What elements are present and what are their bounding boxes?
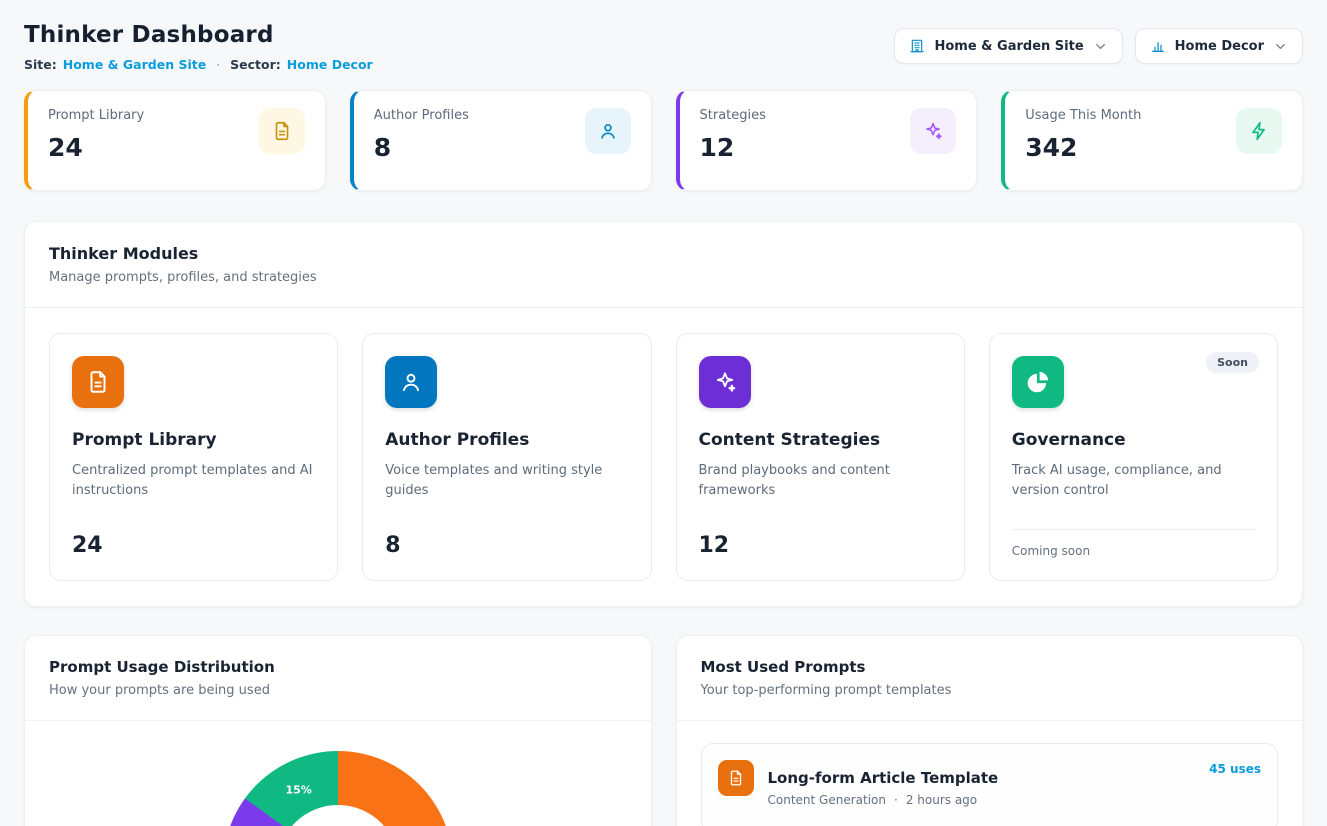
stat-card-strategies: Strategies 12 (676, 90, 978, 191)
stats-row: Prompt Library 24 Author Profiles 8 Stra… (24, 90, 1303, 191)
module-title: Content Strategies (699, 430, 942, 450)
module-card-prompt-library[interactable]: Prompt Library Centralized prompt templa… (49, 333, 338, 581)
module-count: 8 (385, 515, 628, 558)
modules-grid: Prompt Library Centralized prompt templa… (25, 308, 1302, 606)
page-title: Thinker Dashboard (24, 22, 373, 48)
prompt-meta: Content Generation · 2 hours ago (768, 793, 1196, 807)
section-header: Thinker Modules Manage prompts, profiles… (25, 222, 1302, 308)
section-title: Thinker Modules (49, 244, 1278, 263)
chevron-down-icon (1093, 39, 1108, 54)
stat-value: 24 (48, 133, 144, 162)
dashboard-page: Thinker Dashboard Site: Home & Garden Si… (0, 0, 1327, 826)
sector-dropdown[interactable]: Home Decor (1135, 28, 1303, 64)
uses-badge: 45 uses (1209, 762, 1261, 776)
usage-donut-chart: 15% (25, 721, 651, 826)
list-item[interactable]: Long-form Article Template Content Gener… (701, 743, 1279, 826)
stat-text: Strategies 12 (700, 108, 766, 173)
document-icon (718, 760, 754, 796)
stat-value: 8 (374, 133, 469, 162)
usage-donut: 15% (223, 751, 453, 826)
card-title: Most Used Prompts (701, 658, 1279, 676)
header: Thinker Dashboard Site: Home & Garden Si… (24, 22, 1303, 72)
card-title: Prompt Usage Distribution (49, 658, 627, 676)
module-title: Author Profiles (385, 430, 628, 450)
site-dropdown[interactable]: Home & Garden Site (894, 28, 1122, 64)
stat-text: Prompt Library 24 (48, 108, 144, 173)
module-count: 24 (72, 515, 315, 558)
person-icon (585, 108, 631, 154)
site-link[interactable]: Home & Garden Site (63, 57, 206, 72)
stat-card-author-profiles: Author Profiles 8 (350, 90, 652, 191)
stat-label: Usage This Month (1025, 108, 1141, 123)
usage-distribution-card: Prompt Usage Distribution How your promp… (24, 635, 652, 826)
stat-label: Prompt Library (48, 108, 144, 123)
module-description: Centralized prompt templates and AI inst… (72, 461, 315, 501)
building-icon (909, 38, 925, 54)
section-subtitle: Manage prompts, profiles, and strategies (49, 270, 1278, 285)
sector-link[interactable]: Home Decor (287, 57, 373, 72)
module-description: Voice templates and writing style guides (385, 461, 628, 501)
module-count: 12 (699, 515, 942, 558)
card-header: Prompt Usage Distribution How your promp… (25, 636, 651, 721)
prompt-title: Long-form Article Template (768, 769, 1196, 787)
sparkle-star-icon (699, 356, 751, 408)
prompt-time: 2 hours ago (906, 793, 977, 807)
document-icon (72, 356, 124, 408)
card-subtitle: How your prompts are being used (49, 683, 627, 698)
stat-label: Strategies (700, 108, 766, 123)
prompt-list: Long-form Article Template Content Gener… (677, 721, 1303, 826)
stat-text: Author Profiles 8 (374, 108, 469, 173)
module-card-author-profiles[interactable]: Author Profiles Voice templates and writ… (362, 333, 651, 581)
sector-dropdown-label: Home Decor (1175, 39, 1264, 54)
module-title: Governance (1012, 430, 1255, 450)
meta-separator: · (216, 57, 220, 72)
module-title: Prompt Library (72, 430, 315, 450)
document-icon (259, 108, 305, 154)
chevron-down-icon (1273, 39, 1288, 54)
bottom-row: Prompt Usage Distribution How your promp… (24, 635, 1303, 826)
meta-dot: · (894, 793, 898, 807)
lightning-icon (1236, 108, 1282, 154)
stat-label: Author Profiles (374, 108, 469, 123)
module-description: Brand playbooks and content frameworks (699, 461, 942, 501)
donut-data-label: 15% (285, 784, 311, 797)
thinker-modules-section: Thinker Modules Manage prompts, profiles… (24, 221, 1303, 607)
card-header: Most Used Prompts Your top-performing pr… (677, 636, 1303, 721)
person-icon (385, 356, 437, 408)
sparkle-star-icon (910, 108, 956, 154)
sector-label: Sector: (230, 57, 281, 72)
site-dropdown-label: Home & Garden Site (934, 39, 1083, 54)
card-subtitle: Your top-performing prompt templates (701, 683, 1279, 698)
pie-chart-icon (1012, 356, 1064, 408)
coming-soon-label: Coming soon (1012, 529, 1255, 558)
stat-card-prompt-library: Prompt Library 24 (24, 90, 326, 191)
module-description: Track AI usage, compliance, and version … (1012, 461, 1255, 501)
bar-chart-icon (1150, 38, 1166, 54)
stat-card-usage: Usage This Month 342 (1001, 90, 1303, 191)
header-controls: Home & Garden Site Home Decor (894, 28, 1303, 64)
breadcrumb: Site: Home & Garden Site · Sector: Home … (24, 57, 373, 72)
most-used-prompts-card: Most Used Prompts Your top-performing pr… (676, 635, 1304, 826)
module-card-governance[interactable]: Soon Governance Track AI usage, complian… (989, 333, 1278, 581)
stat-text: Usage This Month 342 (1025, 108, 1141, 173)
site-label: Site: (24, 57, 57, 72)
title-block: Thinker Dashboard Site: Home & Garden Si… (24, 22, 373, 72)
prompt-item-text: Long-form Article Template Content Gener… (768, 769, 1196, 807)
prompt-category: Content Generation (768, 793, 886, 807)
stat-value: 12 (700, 133, 766, 162)
module-card-content-strategies[interactable]: Content Strategies Brand playbooks and c… (676, 333, 965, 581)
donut-hole (277, 805, 399, 826)
soon-badge: Soon (1206, 352, 1259, 373)
stat-value: 342 (1025, 133, 1141, 162)
